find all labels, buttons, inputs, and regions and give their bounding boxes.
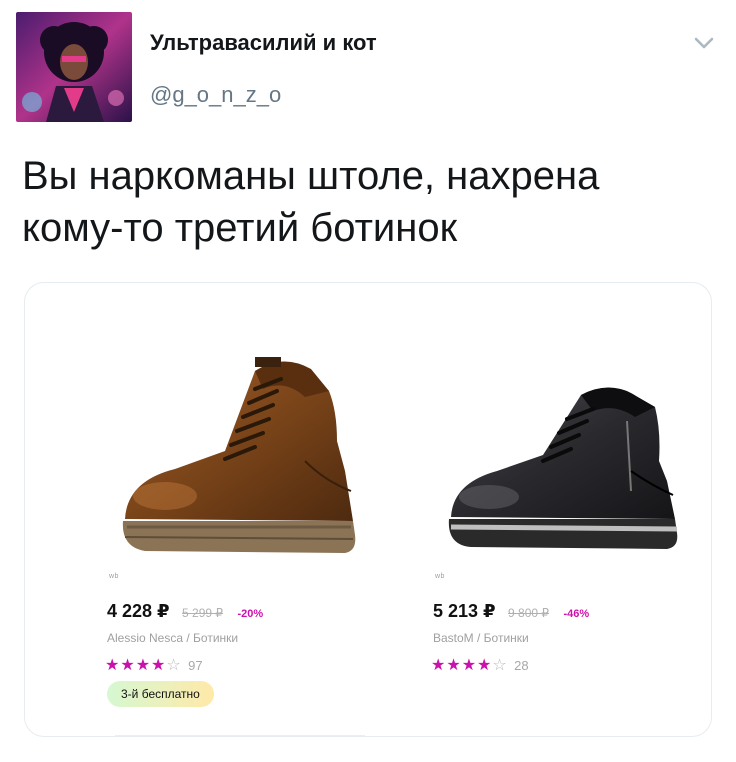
price-row: 5 213 ₽ 9 800 ₽ -46% [433,601,589,622]
avatar[interactable] [16,12,132,122]
author-handle[interactable]: @g_o_n_z_o [150,82,281,108]
author-name[interactable]: Ультравасилий и кот [150,30,377,56]
tweet-text-line: Вы наркоманы штоле, нахрена [22,154,600,198]
star-filled-icon: ★ [120,657,136,674]
tweet-text-line: кому-то третий ботинок [22,206,458,250]
black-boot-image [431,351,691,571]
tweet: Ультравасилий и кот @g_o_n_z_o Вы нарком… [0,0,736,762]
scroll-indicator [115,735,365,736]
review-count: 28 [514,658,529,673]
brown-boot-image [105,351,365,571]
tweet-text: Вы наркоманы штоле, нахрена кому-то трет… [22,150,722,254]
brand-line[interactable]: Alessio Nesca / Ботинки [107,631,238,645]
rating: ★★★★☆ 28 [431,655,529,675]
product-card[interactable]: wb 4 228 ₽ 5 299 ₽ -20% Alessio Nesca / … [105,283,405,736]
attached-image-card[interactable]: wb 4 228 ₽ 5 299 ₽ -20% Alessio Nesca / … [24,282,712,737]
star-filled-icon: ★ [105,657,121,674]
price-row: 4 228 ₽ 5 299 ₽ -20% [107,601,263,622]
review-count: 97 [188,658,203,673]
wb-watermark: wb [435,573,445,580]
product-card[interactable]: wb 5 213 ₽ 9 800 ₽ -46% BastoM / Ботинки… [431,283,711,736]
brand-line[interactable]: BastoM / Ботинки [433,631,529,645]
old-price: 5 299 ₽ [182,606,224,620]
discount-badge: -46% [563,608,590,620]
star-empty-icon: ☆ [166,657,182,674]
star-filled-icon: ★ [431,657,447,674]
chevron-down-icon[interactable] [692,34,716,52]
promo-badge: 3-й бесплатно [107,681,214,707]
discount-badge: -20% [237,608,264,620]
star-filled-icon: ★ [151,657,167,674]
current-price: 4 228 ₽ [107,601,170,621]
old-price: 9 800 ₽ [508,606,550,620]
star-filled-icon: ★ [446,657,462,674]
current-price: 5 213 ₽ [433,601,496,621]
star-filled-icon: ★ [461,657,478,674]
star-filled-icon: ★ [477,657,493,674]
rating: ★★★★☆ 97 [105,655,203,675]
wb-watermark: wb [109,573,119,580]
star-empty-icon: ☆ [492,657,508,674]
star-filled-icon: ★ [135,657,152,674]
